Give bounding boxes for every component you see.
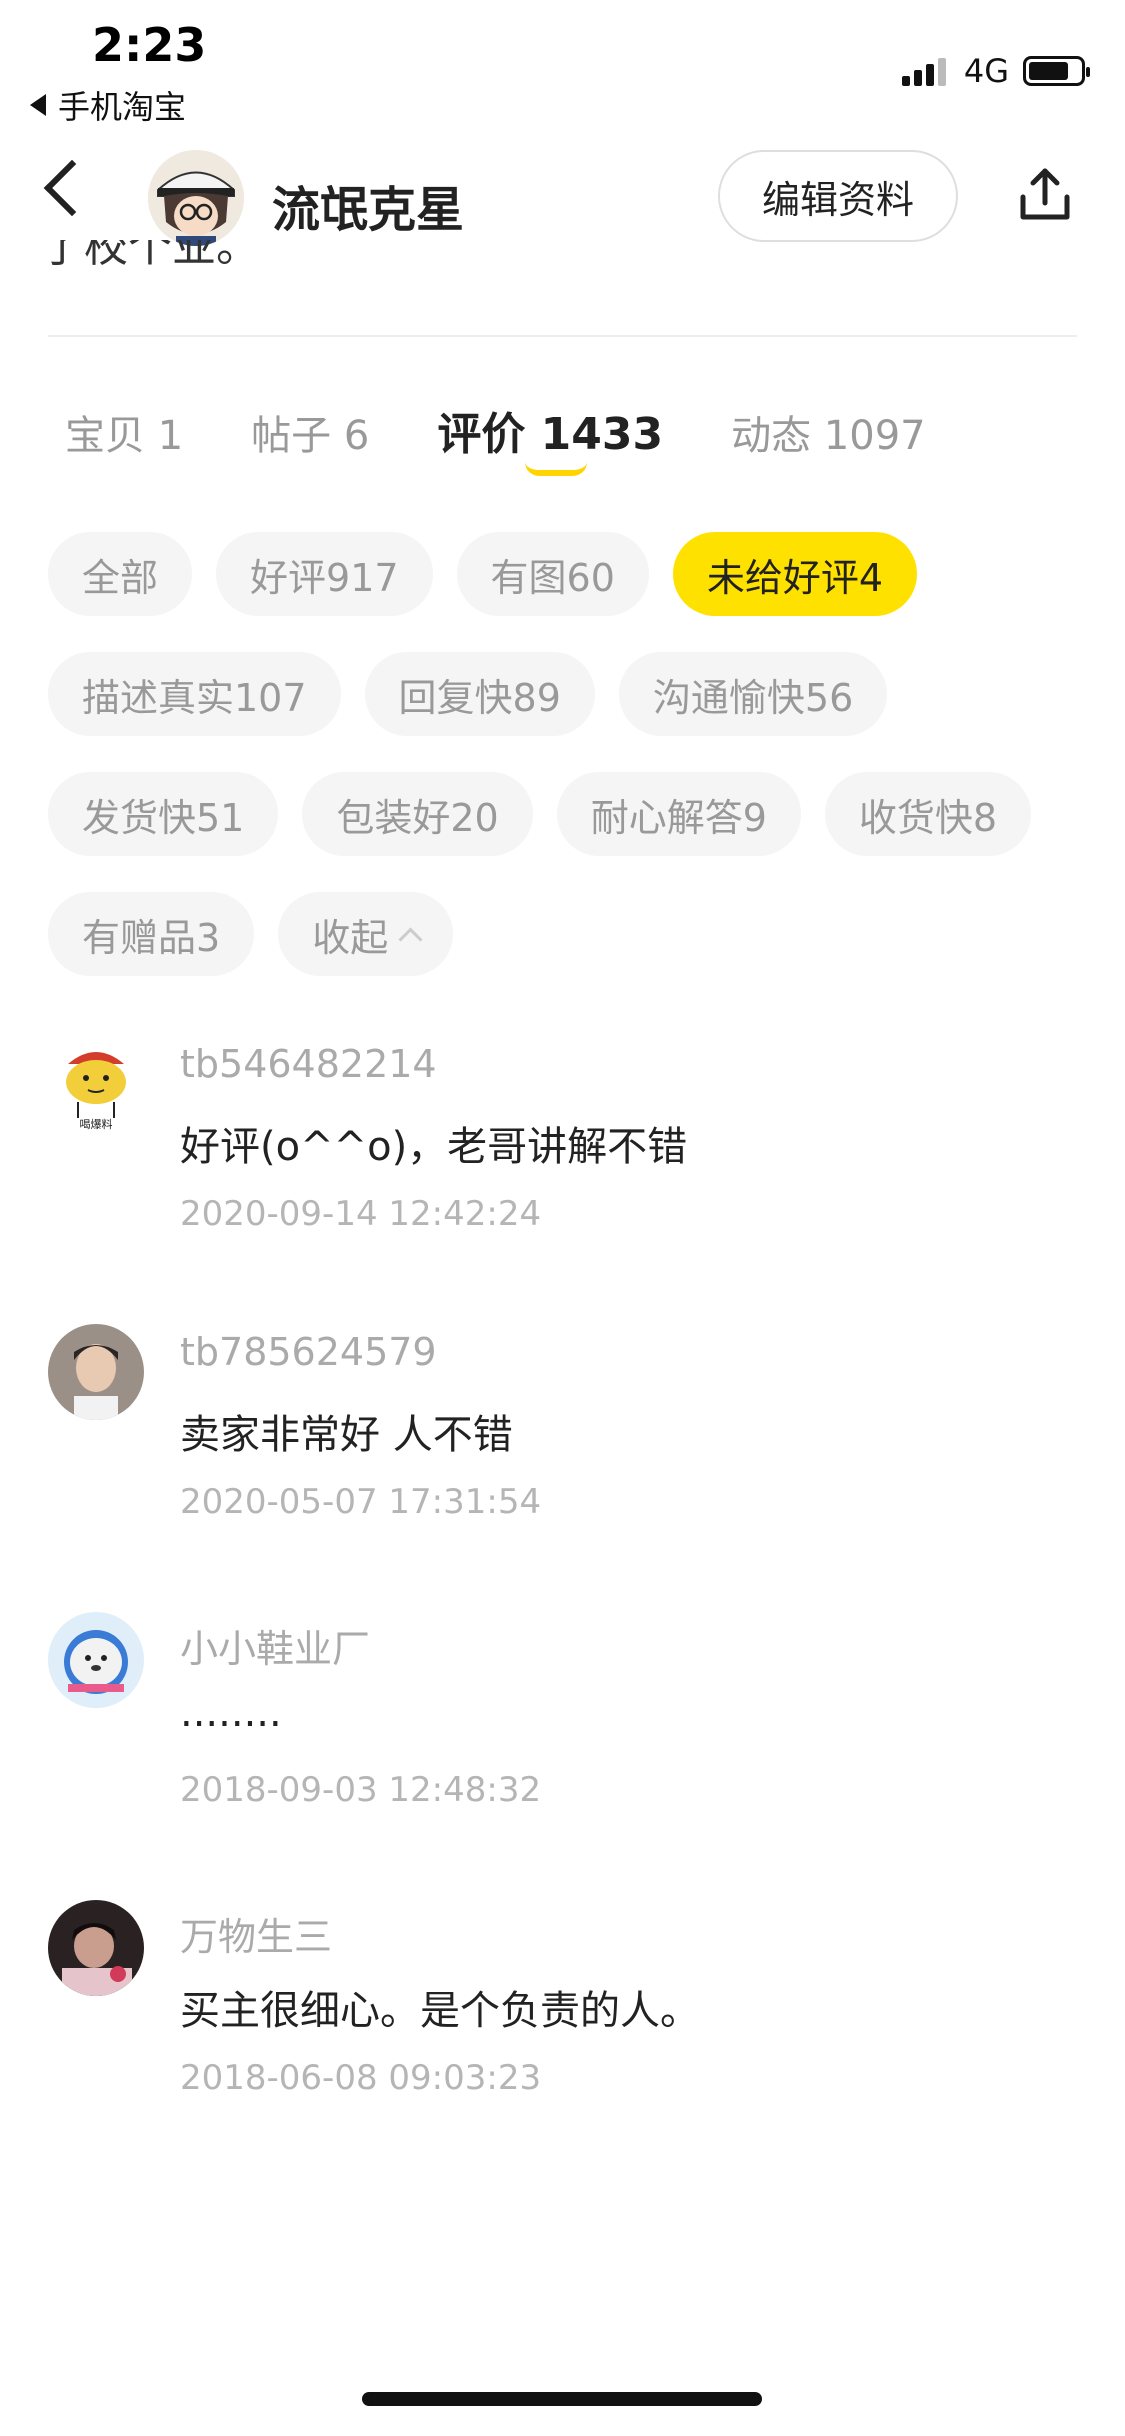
review-text: 卖家非常好 人不错 <box>180 1412 513 1458</box>
review-item[interactable]: 小小鞋业厂 ........ 2018-09-03 12:48:32 <box>0 1606 1125 1894</box>
reviewer-avatar[interactable] <box>48 1900 144 1996</box>
review-item[interactable]: tb785624579 卖家非常好 人不错 2020-05-07 17:31:5… <box>0 1318 1125 1606</box>
filter-chip-patient-answers[interactable]: 耐心解答9 <box>556 772 801 856</box>
review-list: 喝爆料 tb546482214 好评(o^^o)，老哥讲解不错 2020-09-… <box>0 1030 1125 2182</box>
reviewer-name: tb785624579 <box>180 1330 437 1374</box>
review-text: 买主很细心。是个负责的人。 <box>180 1988 700 2034</box>
review-text: 好评(o^^o)，老哥讲解不错 <box>180 1124 688 1170</box>
share-icon[interactable] <box>1015 165 1075 225</box>
tab-reviews[interactable]: 评价 1433 <box>437 398 663 462</box>
active-tab-indicator <box>525 462 587 476</box>
collapse-label: 收起 <box>312 915 389 960</box>
review-date: 2020-09-14 12:42:24 <box>180 1194 542 1234</box>
battery-icon <box>1023 56 1090 86</box>
review-date: 2018-06-08 09:03:23 <box>180 2058 542 2098</box>
chevron-up-icon <box>398 926 423 952</box>
profile-tabs: 宝贝 1 帖子 6 评价 1433 动态 1097 <box>65 398 994 462</box>
filter-chip-positive[interactable]: 好评917 <box>216 532 433 616</box>
reviewer-name: 小小鞋业厂 <box>180 1627 371 1671</box>
signal-icon <box>901 56 950 86</box>
filter-chip-fast-shipping[interactable]: 发货快51 <box>48 772 279 856</box>
filter-chip-fast-receipt[interactable]: 收货快8 <box>824 772 1032 856</box>
header-divider <box>48 335 1077 337</box>
status-time: 2:23 <box>92 18 207 72</box>
filter-chip-all[interactable]: 全部 <box>48 532 193 616</box>
review-filter-chips: 全部 好评917 有图60 未给好评4 描述真实107 回复快89 沟通愉快56… <box>48 532 1093 1012</box>
review-date: 2018-09-03 12:48:32 <box>180 1770 542 1810</box>
review-text: ........ <box>180 1690 282 1736</box>
status-indicators: 4G <box>901 52 1090 90</box>
reviewer-avatar[interactable] <box>48 1612 144 1708</box>
review-date: 2020-05-07 17:31:54 <box>180 1482 542 1522</box>
tab-activity[interactable]: 动态 1097 <box>731 403 926 461</box>
back-app-label: 手机淘宝 <box>58 88 187 126</box>
profile-avatar[interactable] <box>148 150 244 246</box>
review-item[interactable]: 万物生三 买主很细心。是个负责的人。 2018-06-08 09:03:23 <box>0 1894 1125 2182</box>
reviewer-avatar[interactable]: 喝爆料 <box>48 1036 144 1132</box>
bio-text-clipped: 了校个业。 <box>40 240 260 270</box>
network-type: 4G <box>963 52 1009 90</box>
reviewer-name: tb546482214 <box>180 1042 437 1086</box>
svg-text:喝爆料: 喝爆料 <box>80 1117 113 1131</box>
back-triangle-icon <box>30 94 46 116</box>
filter-chip-good-packaging[interactable]: 包装好20 <box>302 772 533 856</box>
edit-profile-button[interactable]: 编辑资料 <box>718 150 958 242</box>
review-item[interactable]: 喝爆料 tb546482214 好评(o^^o)，老哥讲解不错 2020-09-… <box>0 1030 1125 1318</box>
reviewer-name: 万物生三 <box>180 1915 333 1959</box>
tab-items[interactable]: 宝贝 1 <box>65 403 183 461</box>
profile-username: 流氓克星 <box>272 182 465 238</box>
home-indicator[interactable] <box>362 2392 762 2406</box>
filter-chip-fast-reply[interactable]: 回复快89 <box>364 652 595 736</box>
profile-reviews-screen: 2:23 手机淘宝 4G 流氓克星 编辑资料 了校个业。 宝贝 1 帖子 6 评… <box>0 0 1125 2436</box>
tab-posts[interactable]: 帖子 6 <box>251 403 369 461</box>
filter-chip-not-positive[interactable]: 未给好评4 <box>672 532 918 616</box>
back-to-app-link[interactable]: 手机淘宝 <box>30 82 186 128</box>
collapse-filters-button[interactable]: 收起 <box>278 892 454 976</box>
filter-chip-gifts[interactable]: 有赠品3 <box>48 892 255 976</box>
filter-chip-pleasant-communication[interactable]: 沟通愉快56 <box>618 652 888 736</box>
filter-chip-with-photos[interactable]: 有图60 <box>456 532 649 616</box>
reviewer-avatar[interactable] <box>48 1324 144 1420</box>
filter-chip-accurate-description[interactable]: 描述真实107 <box>48 652 341 736</box>
back-chevron-icon[interactable] <box>43 159 101 217</box>
